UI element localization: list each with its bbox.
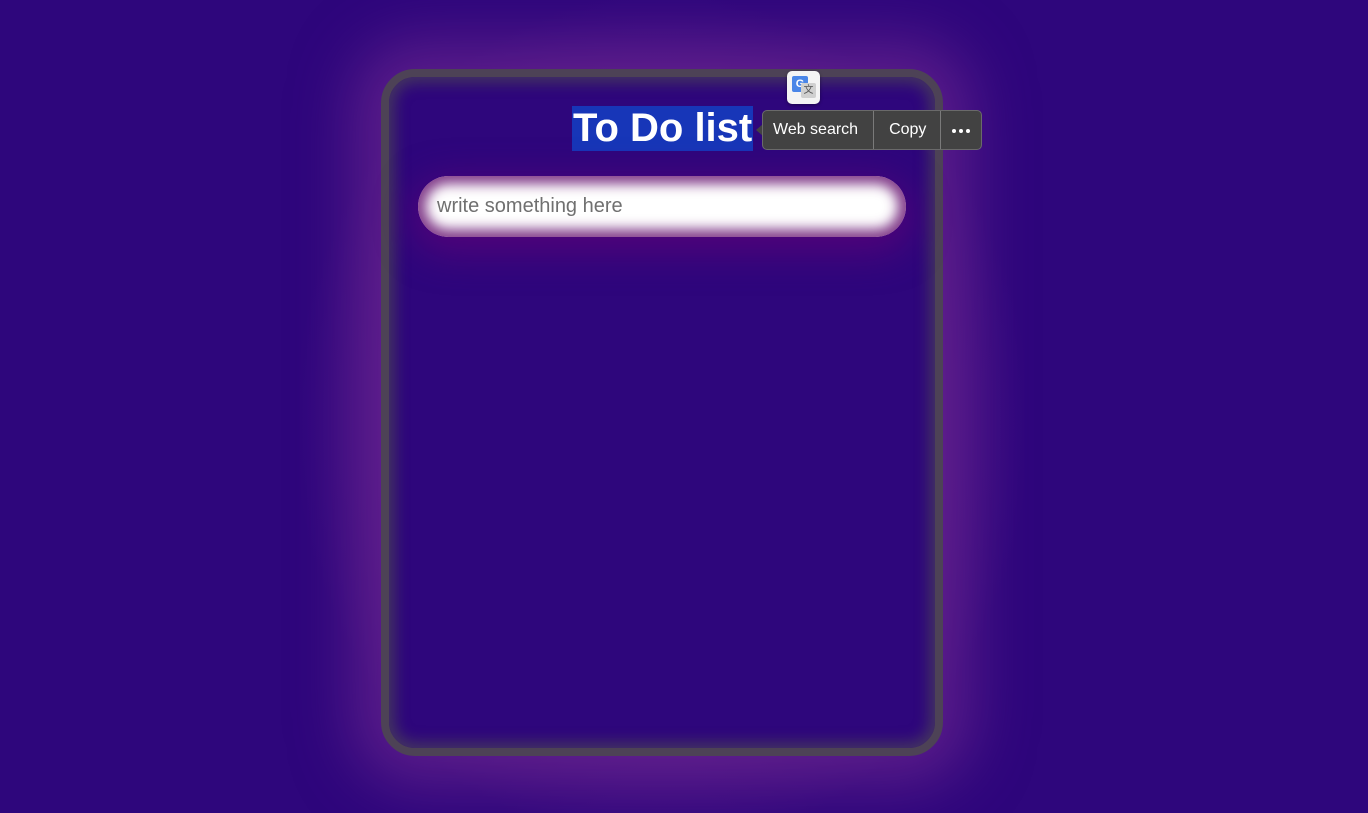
- selection-context-menu: Web search Copy: [762, 110, 983, 150]
- more-dot: [959, 129, 964, 133]
- todo-input-container: [418, 176, 906, 237]
- more-horizontal-icon[interactable]: [941, 111, 981, 149]
- translate-a-glyph: 文: [801, 83, 816, 98]
- copy-button[interactable]: Copy: [874, 111, 942, 149]
- more-dot: [966, 129, 971, 133]
- page-title: To Do list: [572, 106, 754, 151]
- todo-card: [381, 69, 943, 756]
- web-search-button[interactable]: Web search: [763, 111, 875, 149]
- google-translate-icon[interactable]: G 文: [787, 71, 820, 104]
- more-dot: [952, 129, 957, 133]
- todo-input[interactable]: [432, 184, 902, 228]
